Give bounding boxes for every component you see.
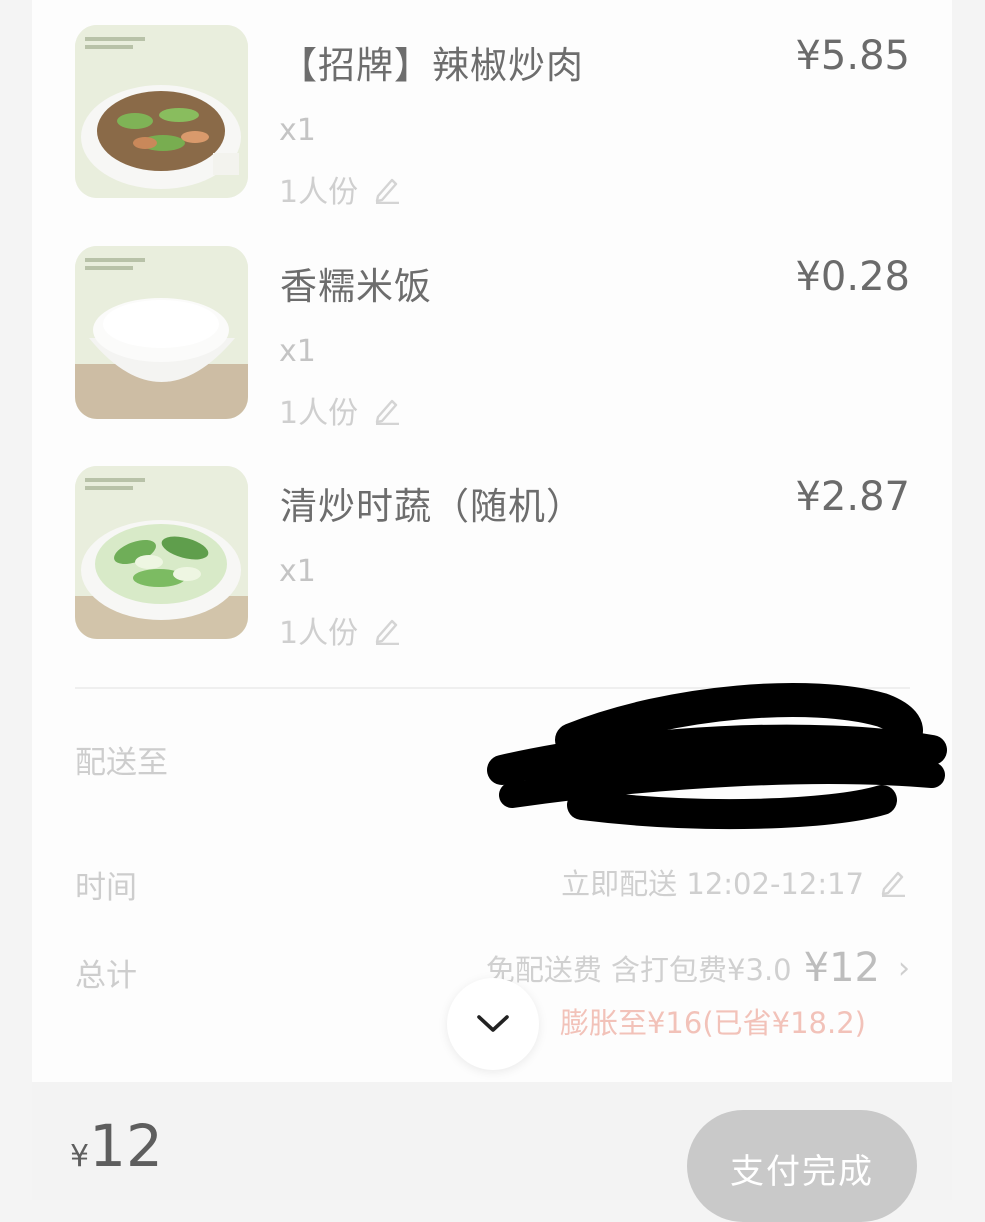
rice-bowl-icon <box>75 246 248 419</box>
item-name: 香糯米饭 <box>280 265 432 308</box>
pepper-pork-dish-icon <box>75 25 248 198</box>
delivery-label: 配送至 <box>75 745 168 781</box>
item-quantity: x1 <box>279 334 316 369</box>
bottom-bar: ¥12 支付完成 <box>32 1082 952 1222</box>
delivery-time[interactable]: 立即配送 12:02-12:17 <box>561 861 908 903</box>
order-item: 【招牌】辣椒炒肉 ¥5.85 x1 1人份 <box>32 25 952 225</box>
time-label: 时间 <box>75 870 137 906</box>
edit-icon[interactable] <box>372 615 402 645</box>
bottom-total: ¥12 <box>70 1112 163 1180</box>
order-item: 清炒时蔬（随机） ¥2.87 x1 1人份 <box>32 466 952 666</box>
delivery-time-text: 立即配送 12:02-12:17 <box>561 867 864 901</box>
order-card: 【招牌】辣椒炒肉 ¥5.85 x1 1人份 香糯米饭 ¥0.28 x1 1人份 … <box>32 0 952 1082</box>
item-spec-label: 1人份 <box>279 616 359 651</box>
collapse-button[interactable] <box>447 978 539 1070</box>
promo-text: 膨胀至¥16(已省¥18.2) <box>559 1006 866 1040</box>
currency-symbol: ¥ <box>70 1139 90 1174</box>
item-spec[interactable]: 1人份 <box>279 608 402 652</box>
bottom-total-amount: 12 <box>89 1112 163 1180</box>
pay-complete-button[interactable]: 支付完成 <box>687 1110 917 1222</box>
item-quantity: x1 <box>279 554 316 589</box>
item-spec-label: 1人份 <box>279 175 359 210</box>
total-summary[interactable]: 免配送费 含打包费¥3.0 ¥12 › <box>486 945 910 991</box>
item-price: ¥2.87 <box>795 474 910 520</box>
edit-icon[interactable] <box>878 867 908 897</box>
item-spec[interactable]: 1人份 <box>279 388 402 432</box>
chevron-down-icon <box>477 1015 509 1032</box>
order-item: 香糯米饭 ¥0.28 x1 1人份 <box>32 246 952 446</box>
item-spec[interactable]: 1人份 <box>279 167 402 211</box>
greens-dish-icon <box>75 466 248 639</box>
item-quantity: x1 <box>279 113 316 148</box>
total-amount: ¥12 <box>803 945 880 991</box>
edit-icon[interactable] <box>372 395 402 425</box>
total-fees: 免配送费 含打包费¥3.0 <box>485 953 792 987</box>
item-price: ¥0.28 <box>795 254 910 300</box>
edit-icon[interactable] <box>372 174 402 204</box>
redaction-scribble <box>487 683 947 830</box>
item-price: ¥5.85 <box>795 33 910 79</box>
item-name: 清炒时蔬（随机） <box>280 485 584 528</box>
item-name: 【招牌】辣椒炒肉 <box>280 44 584 87</box>
total-label: 总计 <box>75 958 137 994</box>
item-spec-label: 1人份 <box>279 396 359 431</box>
chevron-right-icon: › <box>898 950 910 986</box>
